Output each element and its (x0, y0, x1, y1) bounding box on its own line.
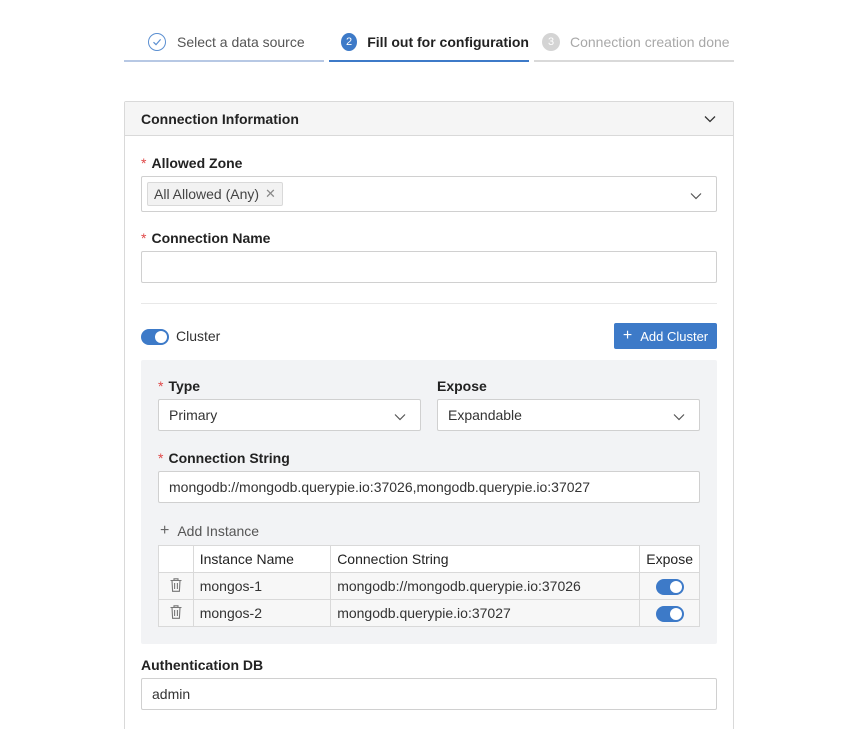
toggle-knob (155, 331, 167, 343)
tag-label: All Allowed (Any) (154, 186, 260, 202)
step-underline (534, 60, 734, 62)
add-cluster-label: Add Cluster (640, 328, 709, 344)
allowed-zone-tag: All Allowed (Any) ✕ (147, 182, 283, 206)
step-number: 2 (341, 33, 358, 51)
allowed-zone-label: * Allowed Zone (141, 155, 242, 171)
required-mark: * (141, 155, 147, 171)
expose-cell (639, 599, 700, 627)
chevron-down-icon (690, 187, 704, 201)
step-label: Connection creation done (570, 34, 730, 50)
instance-name[interactable]: mongos-1 (192, 572, 332, 600)
type-select[interactable]: Primary (158, 399, 421, 431)
step-select-data-source[interactable]: Select a data source (124, 28, 324, 62)
allowed-zone-select[interactable]: All Allowed (Any) ✕ (141, 176, 717, 212)
connection-string-label: * Connection String (158, 450, 290, 466)
auth-db-input[interactable]: admin (141, 678, 717, 710)
steps-progress: Select a data source 2 Fill out for conf… (124, 28, 734, 62)
panel-title: Connection Information (141, 110, 299, 127)
plus-icon: + (622, 327, 633, 344)
chevron-down-icon (394, 408, 408, 422)
type-label: * Type (158, 378, 200, 394)
connection-string-input[interactable]: mongodb://mongodb.querypie.io:37026,mong… (158, 471, 700, 503)
step-number: 3 (542, 33, 560, 51)
add-cluster-button[interactable]: + Add Cluster (614, 323, 717, 349)
instance-name[interactable]: mongos-2 (192, 599, 332, 627)
connection-name-input[interactable] (141, 251, 717, 283)
plus-icon: + (160, 522, 170, 539)
trash-icon[interactable] (169, 604, 183, 620)
required-mark: * (141, 230, 147, 246)
expose-value: Expandable (448, 407, 522, 423)
step-underline (329, 60, 529, 62)
required-mark: * (158, 450, 164, 466)
allowed-zone-label-text: Allowed Zone (151, 155, 243, 171)
table-header-row: Instance Name Connection String Expose (158, 545, 700, 573)
connection-information-panel: Connection Information * Allowed Zone All… (124, 101, 734, 729)
instances-table: Instance Name Connection String Expose m… (158, 545, 700, 627)
add-instance-label: Add Instance (177, 523, 260, 539)
chevron-down-icon (673, 408, 687, 422)
table-row: mongos-1 mongodb://mongodb.querypie.io:3… (158, 572, 700, 600)
column-header: Connection String (330, 545, 641, 573)
check-icon (148, 33, 166, 51)
delete-cell (158, 572, 194, 600)
panel-header[interactable]: Connection Information (125, 102, 733, 136)
auth-db-label: Authentication DB (141, 657, 264, 673)
column-header (158, 545, 194, 573)
step-label: Select a data source (177, 34, 305, 50)
expose-cell (639, 572, 700, 600)
expose-label: Expose (437, 378, 487, 394)
expose-toggle[interactable] (655, 578, 684, 595)
toggle-knob (669, 580, 682, 593)
type-label-text: Type (168, 378, 201, 394)
connection-name-label-text: Connection Name (151, 230, 271, 246)
step-underline (124, 60, 324, 62)
column-header: Instance Name (192, 545, 332, 573)
cluster-settings: * Type Primary Expose Expandable * Connect… (141, 360, 717, 644)
table-row: mongos-2 mongodb.querypie.io:37027 (158, 599, 700, 627)
type-value: Primary (169, 407, 218, 423)
expose-toggle[interactable] (655, 605, 684, 622)
step-fill-configuration[interactable]: 2 Fill out for configuration (329, 28, 529, 62)
cluster-toggle[interactable] (141, 329, 169, 345)
column-header: Expose (639, 545, 700, 573)
step-label: Fill out for configuration (367, 34, 529, 50)
instance-connection-string[interactable]: mongodb://mongodb.querypie.io:37026 (330, 572, 641, 600)
connection-string-label-text: Connection String (168, 450, 290, 466)
step-connection-done: 3 Connection creation done (534, 28, 734, 62)
delete-cell (158, 599, 194, 627)
instance-connection-string[interactable]: mongodb.querypie.io:37027 (330, 599, 641, 627)
required-mark: * (158, 378, 164, 394)
trash-icon[interactable] (169, 577, 183, 593)
divider (141, 303, 717, 304)
add-instance-button[interactable]: + Add Instance (160, 522, 259, 540)
close-icon[interactable]: ✕ (265, 186, 276, 202)
cluster-label: Cluster (176, 328, 221, 344)
toggle-knob (669, 607, 682, 620)
expose-select[interactable]: Expandable (437, 399, 700, 431)
chevron-down-icon[interactable] (703, 112, 717, 126)
connection-name-label: * Connection Name (141, 230, 270, 246)
